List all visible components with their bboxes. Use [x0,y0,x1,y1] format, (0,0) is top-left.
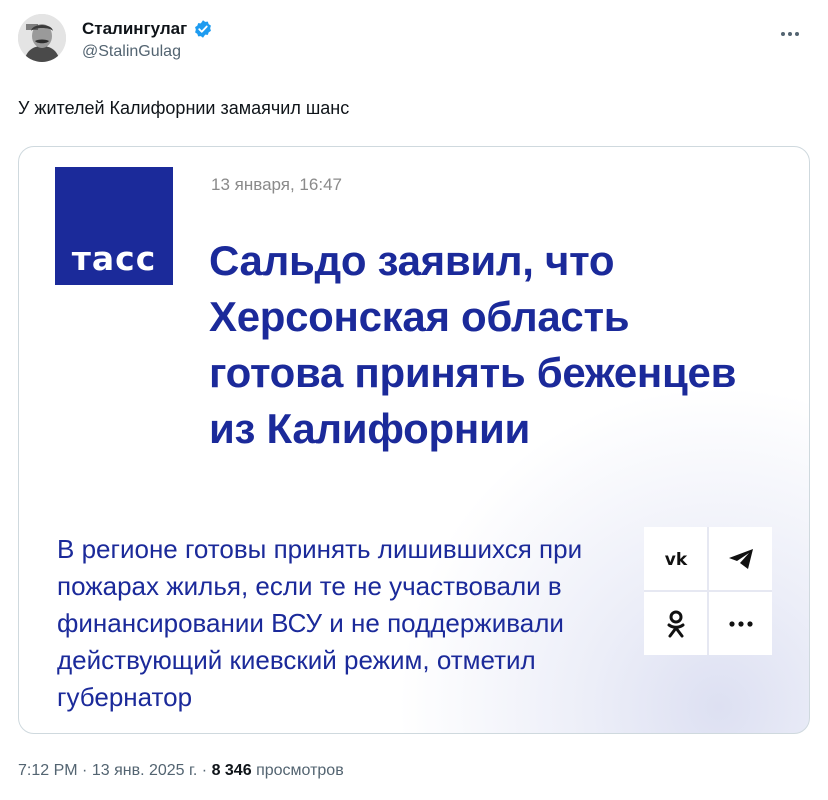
tweet-meta: 7:12 PM · 13 янв. 2025 г. · 8 346 просмо… [18,762,344,780]
article-date: 13 января, 16:47 [211,175,342,194]
tass-logo: тасс [55,167,173,285]
article-lead: В регионе готовы принять лишившихся при … [57,534,583,712]
author-name[interactable]: Сталингулаг [82,19,213,39]
avatar[interactable] [18,14,66,62]
share-vk-button: vk [644,527,707,590]
views-label: просмотров [256,762,344,779]
share-more-button [709,592,772,655]
author-handle[interactable]: @StalinGulag [82,43,181,61]
share-telegram-button [709,527,772,590]
tweet-header: Сталингулаг @StalinGulag [18,14,810,74]
more-dots-icon [781,32,799,36]
share-buttons: vk [644,527,772,655]
tass-logo-text: тасс [71,239,157,278]
avatar-portrait-icon [18,14,66,62]
tweet-time[interactable]: 7:12 PM [18,762,78,779]
share-odnoklassniki-button [644,592,707,655]
odnoklassniki-icon [667,610,684,637]
tweet-date[interactable]: 13 янв. 2025 г. [92,762,198,779]
article-headline: Сальдо заявил, что Херсонская область го… [209,237,737,452]
author-name-text[interactable]: Сталингулаг [82,19,187,39]
meta-separator: · [82,762,92,779]
tweet-media-image[interactable]: тасс 13 января, 16:47 Сальдо заявил, что… [18,146,810,734]
more-options-button[interactable] [774,22,806,46]
more-dots-icon [728,620,753,627]
verified-badge-icon [195,20,212,38]
meta-separator: · [201,762,212,779]
tweet-text: У жителей Калифорнии замаячил шанс [18,98,350,118]
views-count: 8 346 [211,762,252,779]
telegram-icon [728,548,753,569]
vk-icon: vk [664,550,687,568]
svg-text:vk: vk [664,550,687,568]
